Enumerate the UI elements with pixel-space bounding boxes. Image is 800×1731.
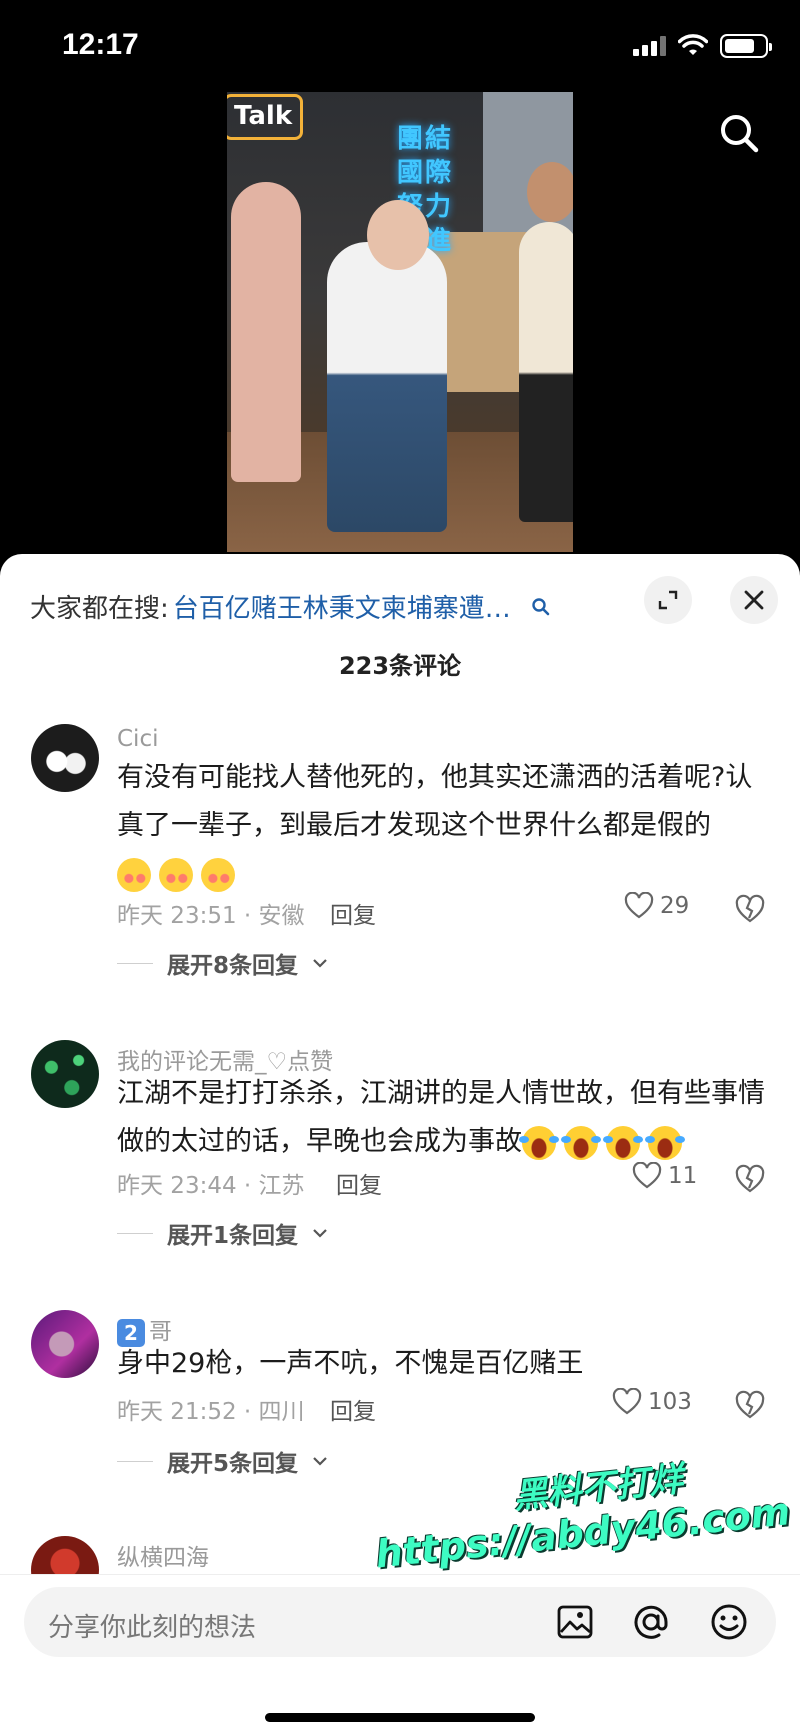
expand-icon	[658, 590, 678, 610]
video-person-right	[519, 222, 573, 522]
emoji-icon	[561, 1125, 601, 1160]
status-bar: 12:17	[0, 0, 800, 96]
expand-replies[interactable]: 展开5条回复	[117, 1444, 328, 1478]
comment-meta: 昨天 23:44 · 江苏	[117, 1173, 305, 1199]
reply-button[interactable]: 回复	[330, 896, 376, 930]
chevron-down-icon	[313, 1229, 327, 1238]
avatar[interactable]	[31, 724, 99, 792]
comment-text: 有没有可能找人替他死的，他其实还潇洒的活着呢?认真了一辈子，到最后才发现这个世界…	[117, 754, 777, 898]
like-button[interactable]: 103	[612, 1388, 692, 1416]
heart-icon	[624, 892, 654, 919]
expand-replies-label: 展开8条回复	[167, 953, 299, 979]
divider	[117, 1232, 153, 1234]
comment-text-content: 身中29枪，一声不吭，不愧是百亿赌王	[117, 1348, 584, 1379]
like-count: 11	[668, 1163, 698, 1189]
emoji-icon	[519, 1125, 559, 1160]
close-button[interactable]	[730, 576, 778, 624]
dislike-icon[interactable]	[735, 1164, 765, 1194]
search-icon[interactable]	[718, 112, 760, 154]
expand-replies[interactable]: 展开8条回复	[117, 946, 328, 980]
comment-count: 223条评论	[338, 652, 462, 680]
wifi-icon	[678, 34, 708, 55]
hot-search-query[interactable]: 台百亿赌王林秉文柬埔寨遭…	[173, 588, 511, 625]
chevron-down-icon	[313, 1457, 327, 1466]
battery-icon	[720, 34, 772, 58]
comment-username[interactable]: Cici	[117, 726, 159, 752]
like-count: 103	[648, 1389, 692, 1415]
avatar[interactable]	[31, 1310, 99, 1378]
dislike-icon[interactable]	[735, 1390, 765, 1420]
expand-replies-label: 展开1条回复	[167, 1223, 299, 1249]
expand-replies-label: 展开5条回复	[167, 1451, 299, 1477]
video-player[interactable]: Talk 團結 國際 努力 精進	[227, 92, 573, 552]
emoji-icon[interactable]	[708, 1601, 750, 1643]
battery-level	[725, 39, 754, 53]
emoji-icon	[159, 857, 193, 892]
divider	[117, 962, 153, 964]
heart-icon	[632, 1162, 662, 1189]
comment-text-content: 有没有可能找人替他死的，他其实还潇洒的活着呢?认真了一辈子，到最后才发现这个世界…	[117, 762, 753, 841]
comment-text: 江湖不是打打杀杀，江湖讲的是人情世故，但有些事情做的太过的话，早晚也会成为事故	[117, 1070, 777, 1166]
cellular-signal-icon	[633, 36, 666, 56]
emoji-icon	[603, 1125, 643, 1160]
heart-icon	[612, 1388, 642, 1415]
comment-meta: 昨天 21:52 · 四川	[117, 1399, 305, 1425]
emoji-icon	[201, 857, 235, 892]
emoji-icon	[645, 1125, 685, 1160]
reply-button[interactable]: 回复	[336, 1166, 382, 1200]
dislike-icon[interactable]	[735, 894, 765, 924]
comment-input-placeholder: 分享你此刻的想法	[48, 1613, 257, 1643]
comment-username[interactable]: 纵横四海	[117, 1538, 209, 1572]
chevron-down-icon	[313, 959, 327, 968]
like-count: 29	[660, 893, 690, 919]
status-icons	[633, 34, 772, 58]
close-icon	[744, 590, 764, 610]
video-talk-sign: Talk	[227, 94, 303, 140]
expand-replies[interactable]: 展开1条回复	[117, 1216, 328, 1250]
comment-text: 身中29枪，一声不吭，不愧是百亿赌王	[117, 1340, 777, 1388]
like-button[interactable]: 29	[624, 892, 689, 920]
comment-meta: 昨天 23:51 · 安徽	[117, 903, 305, 929]
emoji-icon	[117, 857, 151, 892]
hot-search-bar[interactable]: 大家都在搜: 台百亿赌王林秉文柬埔寨遭…	[30, 588, 551, 625]
at-icon[interactable]	[630, 1601, 672, 1643]
home-indicator	[265, 1713, 535, 1722]
comment-input[interactable]: 分享你此刻的想法	[24, 1587, 776, 1657]
video-person-center-head	[367, 200, 429, 270]
video-person-left	[231, 182, 301, 482]
expand-button[interactable]	[644, 576, 692, 624]
like-button[interactable]: 11	[632, 1162, 697, 1190]
divider	[117, 1460, 153, 1462]
hot-search-label: 大家都在搜:	[30, 594, 169, 624]
avatar[interactable]	[31, 1040, 99, 1108]
image-icon[interactable]	[554, 1601, 596, 1643]
video-person-right-head	[527, 162, 573, 222]
video-person-center	[327, 242, 447, 532]
comment-input-bar: 分享你此刻的想法	[0, 1574, 800, 1731]
reply-button[interactable]: 回复	[330, 1392, 376, 1426]
status-time: 12:17	[62, 28, 139, 61]
search-icon[interactable]	[531, 597, 551, 617]
